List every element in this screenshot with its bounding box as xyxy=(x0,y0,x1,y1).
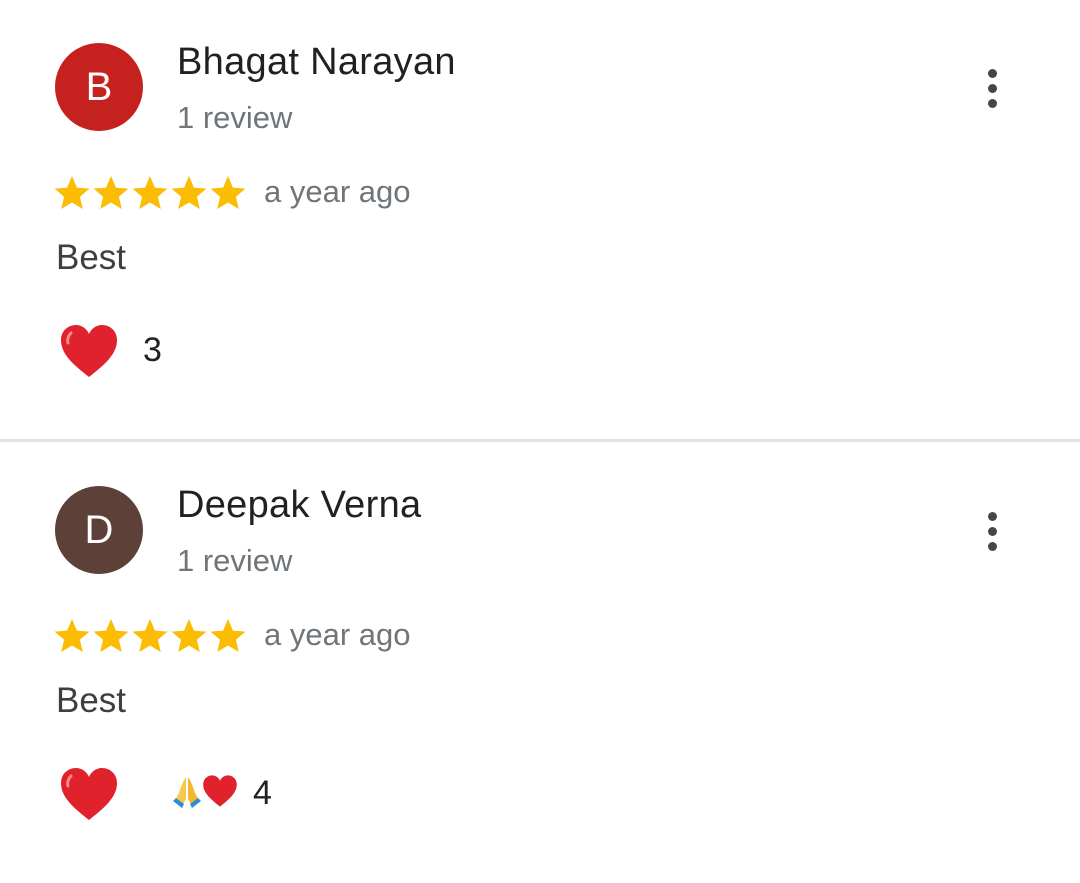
more-options-button[interactable] xyxy=(972,503,1012,559)
review-card: B Bhagat Narayan 1 review a year ago Bes… xyxy=(0,0,1080,440)
divider xyxy=(0,439,1080,442)
review-count: 1 review xyxy=(177,543,293,578)
star-icon xyxy=(93,176,129,209)
folded-hands-icon xyxy=(173,777,201,808)
star-icon xyxy=(171,176,207,209)
dot xyxy=(987,98,997,108)
star-icon xyxy=(54,176,90,209)
reaction-count: 3 xyxy=(143,331,162,369)
star-icon xyxy=(171,619,207,652)
avatar-letter: D xyxy=(84,507,114,552)
star-rating xyxy=(53,616,247,656)
dot xyxy=(987,83,997,93)
dot xyxy=(987,68,997,78)
star-icon xyxy=(132,176,168,209)
dot xyxy=(987,526,997,536)
review-text: Best xyxy=(56,238,127,277)
more-options-button[interactable] xyxy=(972,60,1012,116)
star-icon xyxy=(210,619,246,652)
reviewer-name[interactable]: Deepak Verna xyxy=(177,484,421,527)
review-text: Best xyxy=(56,681,127,720)
dot xyxy=(987,541,997,551)
review-count: 1 review xyxy=(177,100,293,135)
review-time: a year ago xyxy=(264,174,411,209)
star-icon xyxy=(54,619,90,652)
star-rating xyxy=(53,173,247,213)
heart-icon[interactable] xyxy=(59,766,119,822)
reaction-count: 4 xyxy=(253,774,272,812)
reaction-summary[interactable] xyxy=(170,773,238,809)
avatar[interactable]: D xyxy=(55,486,143,574)
avatar-letter: B xyxy=(85,64,113,109)
star-icon xyxy=(132,619,168,652)
avatar[interactable]: B xyxy=(55,43,143,131)
star-icon xyxy=(210,176,246,209)
heart-icon[interactable] xyxy=(59,323,119,379)
review-card: D Deepak Verna 1 review a year ago Best … xyxy=(0,443,1080,883)
dot xyxy=(987,511,997,521)
star-icon xyxy=(93,619,129,652)
review-time: a year ago xyxy=(264,617,411,652)
reviewer-name[interactable]: Bhagat Narayan xyxy=(177,41,456,84)
heart-icon xyxy=(203,775,237,807)
